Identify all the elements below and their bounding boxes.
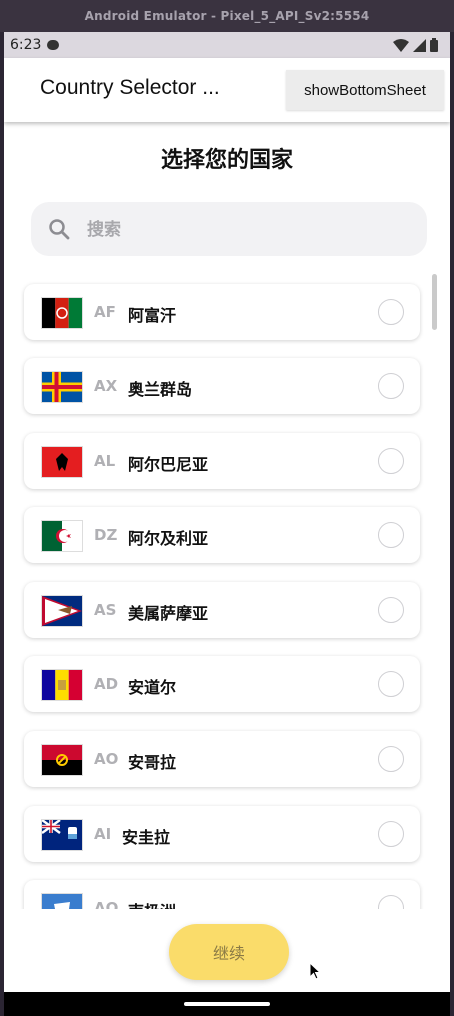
- status-icons: [393, 38, 438, 52]
- country-radio[interactable]: [378, 895, 404, 909]
- country-code: AS: [94, 601, 117, 619]
- country-radio[interactable]: [378, 448, 404, 474]
- continue-button[interactable]: 继续: [169, 924, 289, 980]
- country-name: 美属萨摩亚: [128, 604, 209, 623]
- country-item-ai[interactable]: AI 安圭拉: [24, 806, 420, 862]
- home-handle[interactable]: [184, 1002, 270, 1006]
- app-title: Country Selector ...: [40, 76, 220, 99]
- phone-screen: 6:23 Country Selector ... showBottomShee…: [4, 32, 450, 1016]
- country-radio[interactable]: [378, 373, 404, 399]
- app-bar: Country Selector ... showBottomSheet: [4, 58, 450, 122]
- country-radio[interactable]: [378, 746, 404, 772]
- country-item-dz[interactable]: DZ 阿尔及利亚: [24, 507, 420, 563]
- flag-af-icon: [41, 297, 83, 329]
- navigation-bar: [4, 992, 450, 1016]
- flag-dz-icon: [41, 520, 83, 552]
- status-time: 6:23: [10, 37, 42, 53]
- country-name: 安道尔: [128, 678, 177, 697]
- country-radio[interactable]: [378, 671, 404, 697]
- country-name: 奥兰群岛: [128, 380, 193, 399]
- country-name: 阿尔巴尼亚: [128, 455, 209, 474]
- show-bottom-sheet-button[interactable]: showBottomSheet: [286, 70, 444, 110]
- battery-icon: [430, 38, 438, 52]
- country-item-ao[interactable]: AO 安哥拉: [24, 731, 420, 787]
- signal-icon: [413, 38, 426, 52]
- country-item-af[interactable]: AF 阿富汗: [24, 284, 420, 340]
- flag-ad-icon: [41, 669, 83, 701]
- flag-al-icon: [41, 446, 83, 478]
- flag-as-icon: [41, 595, 83, 627]
- country-name: 安哥拉: [128, 753, 177, 772]
- window-title: Android Emulator - Pixel_5_API_Sv2:5554: [0, 0, 454, 32]
- country-radio[interactable]: [378, 821, 404, 847]
- emulator-window: Android Emulator - Pixel_5_API_Sv2:5554 …: [0, 0, 454, 1016]
- country-radio[interactable]: [378, 597, 404, 623]
- notification-icon: [47, 40, 60, 50]
- status-bar: 6:23: [4, 32, 450, 58]
- country-list[interactable]: AF 阿富汗 AX 奥兰群岛 AL 阿尔巴尼亚 DZ 阿尔及利亚 AS 美属萨摩…: [4, 277, 450, 909]
- country-item-as[interactable]: AS 美属萨摩亚: [24, 582, 420, 638]
- flag-ai-icon: [41, 819, 83, 851]
- country-code: AD: [94, 675, 119, 693]
- country-name: 南极洲: [128, 898, 176, 909]
- country-code: AQ: [94, 899, 119, 909]
- country-code: DZ: [94, 526, 118, 544]
- country-code: AF: [94, 303, 116, 321]
- country-code: AI: [94, 825, 112, 843]
- flag-ax-icon: [41, 371, 83, 403]
- mouse-cursor-icon: [309, 962, 321, 980]
- country-code: AO: [94, 750, 119, 768]
- flag-ao-icon: [41, 744, 83, 776]
- list-scrollbar[interactable]: [432, 274, 437, 330]
- country-item-aq[interactable]: AQ 南极洲: [24, 880, 420, 909]
- country-code: AX: [94, 377, 118, 395]
- country-item-ax[interactable]: AX 奥兰群岛: [24, 358, 420, 414]
- country-item-al[interactable]: AL 阿尔巴尼亚: [24, 433, 420, 489]
- search-icon: [49, 219, 70, 240]
- country-name: 安圭拉: [122, 828, 171, 847]
- country-code: AL: [94, 452, 116, 470]
- search-input[interactable]: [85, 214, 409, 246]
- flag-aq-icon: [41, 893, 83, 909]
- wifi-icon: [393, 38, 409, 52]
- page-heading: 选择您的国家: [160, 148, 293, 173]
- country-radio[interactable]: [378, 299, 404, 325]
- country-item-ad[interactable]: AD 安道尔: [24, 656, 420, 712]
- country-name: 阿富汗: [128, 306, 177, 325]
- search-box[interactable]: [31, 202, 427, 256]
- country-name: 阿尔及利亚: [128, 529, 209, 548]
- country-radio[interactable]: [378, 522, 404, 548]
